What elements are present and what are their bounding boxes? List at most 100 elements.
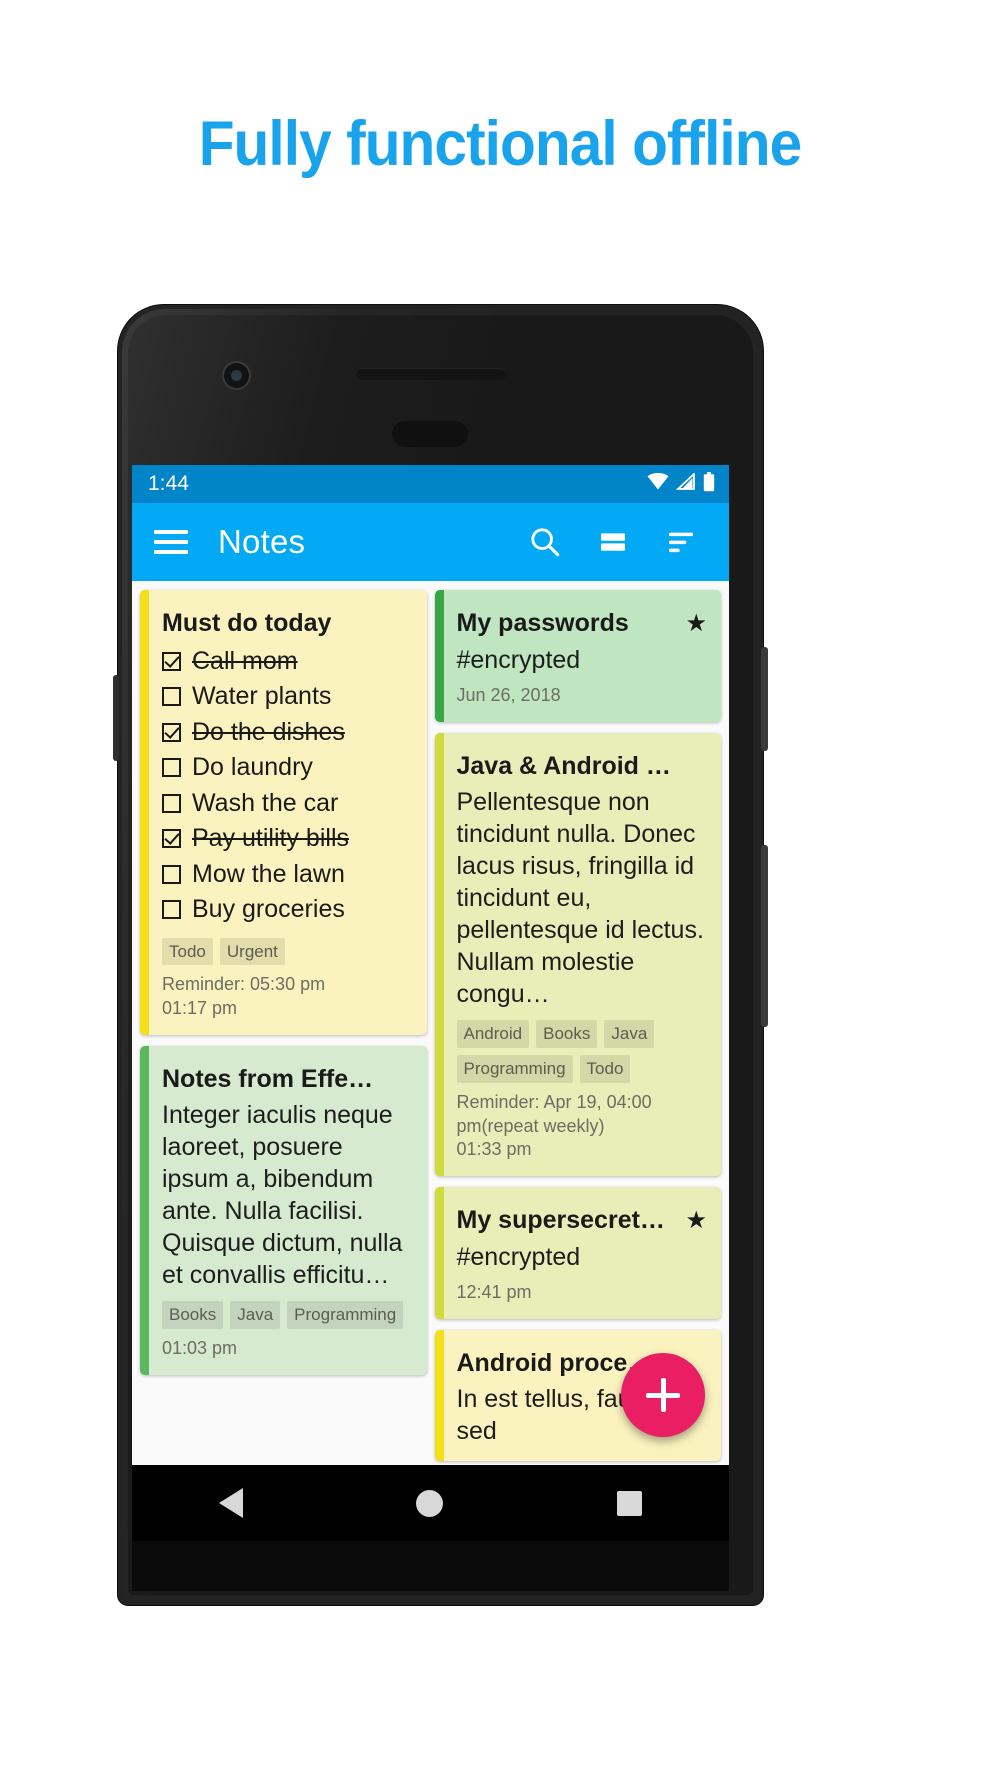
battery-icon — [703, 471, 715, 497]
note-title: Java & Android … — [456, 751, 671, 780]
note-card-my-passwords[interactable]: My passwords ★ #encrypted Jun 26, 2018 — [434, 590, 721, 722]
note-body: Pellentesque non tincidunt nulla. Donec … — [456, 788, 704, 1009]
note-accent-bar — [434, 1329, 444, 1462]
front-camera-icon — [222, 361, 251, 390]
note-reminder: Reminder: Apr 19, 04:00 pm(repeat weekly… — [456, 1091, 652, 1136]
note-tags: Android Books Java Programming Todo — [456, 1020, 708, 1083]
status-icons — [647, 471, 715, 497]
status-bar: 1:44 — [132, 465, 729, 503]
checkbox-checked-icon[interactable] — [162, 651, 181, 671]
notes-grid: Must do today Call mom Water plants Do t… — [132, 581, 729, 1465]
star-icon[interactable]: ★ — [685, 612, 707, 636]
note-title: Notes from Effe… — [162, 1064, 374, 1093]
checklist-item[interactable]: Do the dishes — [162, 715, 413, 751]
tag-chip[interactable]: Urgent — [219, 937, 285, 966]
phone-screen: 1:44 Notes Must do today Call mom Water … — [132, 465, 729, 1465]
note-subtitle: #encrypted — [456, 1242, 581, 1271]
plus-icon — [660, 1378, 666, 1412]
tag-chip[interactable]: Books — [162, 1301, 224, 1330]
notes-column-left: Must do today Call mom Water plants Do t… — [140, 590, 427, 1465]
checklist-item[interactable]: Buy groceries — [162, 892, 413, 928]
note-body: Integer iaculis neque laoreet, posuere i… — [162, 1101, 403, 1290]
checklist-item-label: Water plants — [192, 682, 332, 710]
checklist-item-label: Call mom — [192, 646, 298, 675]
note-tags: Todo Urgent — [162, 937, 413, 966]
wifi-icon — [647, 473, 669, 495]
page-headline: Fully functional offline — [198, 109, 803, 179]
phone-power-button[interactable] — [761, 845, 768, 1027]
note-timestamp: 01:17 pm — [162, 998, 238, 1019]
checkbox-icon[interactable] — [162, 687, 181, 706]
tag-chip[interactable]: Android — [456, 1020, 530, 1049]
note-card-must-do-today[interactable]: Must do today Call mom Water plants Do t… — [140, 590, 427, 1035]
phone-bottom-bezel — [132, 1541, 729, 1591]
checkbox-icon[interactable] — [162, 758, 181, 777]
checklist-item[interactable]: Wash the car — [162, 786, 413, 822]
hamburger-menu-icon[interactable] — [154, 530, 188, 554]
tag-chip[interactable]: Todo — [162, 937, 213, 966]
note-checklist: Call mom Water plants Do the dishes Do l… — [162, 644, 413, 928]
checklist-item-label: Mow the lawn — [192, 859, 345, 888]
tag-chip[interactable]: Programming — [456, 1055, 573, 1083]
note-title: My supersecret… — [456, 1206, 665, 1235]
checklist-item[interactable]: Water plants — [162, 679, 413, 715]
note-timestamp: 12:41 pm — [456, 1282, 532, 1303]
note-subtitle: #encrypted — [456, 645, 581, 674]
checklist-item-label: Buy groceries — [192, 895, 345, 923]
phone-volume-button[interactable] — [761, 647, 768, 751]
checkbox-icon[interactable] — [162, 900, 181, 919]
note-accent-bar — [434, 732, 444, 1177]
checklist-item-label: Do laundry — [192, 753, 313, 781]
note-card-notes-from-effective[interactable]: Notes from Effe… Integer iaculis neque l… — [140, 1045, 427, 1375]
back-triangle-icon[interactable] — [218, 1488, 243, 1518]
note-accent-bar — [140, 1045, 149, 1375]
earpiece-speaker — [356, 368, 506, 380]
sort-icon[interactable] — [655, 516, 707, 568]
checklist-item-label: Pay utility bills — [192, 824, 349, 852]
checklist-item-label: Wash the car — [192, 788, 339, 817]
note-header-row: My supersecret… ★ — [457, 1205, 708, 1241]
android-navigation-bar — [132, 1465, 729, 1541]
checklist-item[interactable]: Pay utility bills — [162, 821, 413, 857]
tag-chip[interactable]: Todo — [579, 1055, 631, 1083]
note-card-java-android[interactable]: Java & Android … Pellentesque non tincid… — [434, 732, 721, 1177]
checklist-item[interactable]: Do laundry — [162, 750, 413, 786]
add-note-button[interactable] — [621, 1353, 705, 1437]
checkbox-checked-icon[interactable] — [162, 722, 181, 742]
app-bar: Notes — [132, 503, 729, 581]
note-accent-bar — [434, 590, 444, 722]
search-icon[interactable] — [519, 516, 571, 568]
recents-square-icon[interactable] — [617, 1490, 643, 1516]
note-tags: Books Java Programming — [162, 1301, 413, 1330]
app-title: Notes — [218, 523, 306, 560]
secondary-speaker — [392, 421, 468, 447]
notes-column-right: My passwords ★ #encrypted Jun 26, 2018 J… — [434, 590, 721, 1465]
checkbox-icon[interactable] — [162, 793, 181, 813]
phone-mockup: 1:44 Notes Must do today Call mom Water … — [113, 305, 768, 1605]
tag-chip[interactable]: Java — [230, 1301, 281, 1330]
signal-icon — [675, 471, 696, 495]
note-accent-bar — [140, 590, 149, 1035]
note-header-row: My passwords ★ — [457, 608, 708, 644]
checklist-item-label: Do the dishes — [192, 717, 345, 746]
note-card-my-supersecret[interactable]: My supersecret… ★ #encrypted 12:41 pm — [434, 1187, 721, 1319]
status-clock: 1:44 — [148, 472, 189, 495]
note-title: My passwords — [456, 609, 629, 637]
note-reminder: Reminder: 05:30 pm — [162, 974, 326, 995]
checkbox-checked-icon[interactable] — [162, 829, 181, 848]
note-timestamp: 01:33 pm — [456, 1139, 532, 1160]
star-icon[interactable]: ★ — [685, 1209, 707, 1233]
checklist-item[interactable]: Call mom — [162, 644, 413, 680]
note-title: Must do today — [162, 609, 332, 637]
tag-chip[interactable]: Programming — [287, 1301, 404, 1330]
phone-left-button[interactable] — [113, 675, 119, 761]
checklist-item[interactable]: Mow the lawn — [162, 857, 413, 893]
tag-chip[interactable]: Java — [604, 1020, 655, 1049]
note-timestamp: 01:03 pm — [162, 1338, 238, 1359]
checkbox-icon[interactable] — [162, 864, 181, 884]
view-mode-icon[interactable] — [587, 516, 639, 568]
note-accent-bar — [434, 1187, 444, 1319]
home-circle-icon[interactable] — [416, 1489, 444, 1517]
note-date: Jun 26, 2018 — [456, 685, 561, 705]
tag-chip[interactable]: Books — [536, 1020, 598, 1049]
